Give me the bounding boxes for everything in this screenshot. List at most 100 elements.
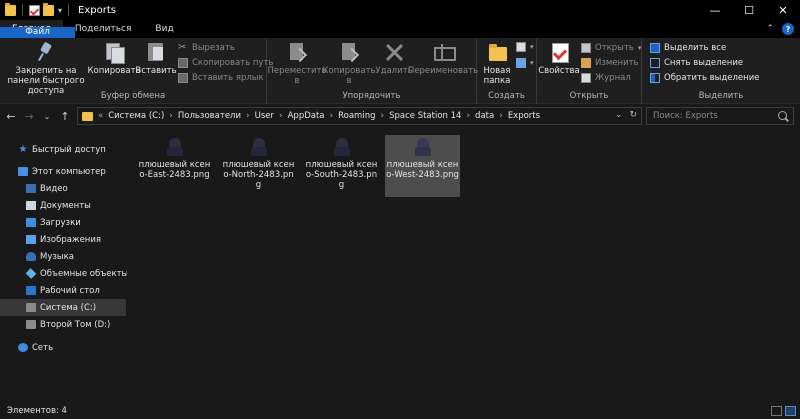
maximize-button[interactable]: ☐ bbox=[732, 0, 766, 20]
search-box[interactable] bbox=[646, 107, 794, 125]
delete-button[interactable]: Удалить bbox=[375, 41, 412, 76]
file-item[interactable]: плюшевый ксено-North-2483.png bbox=[221, 135, 296, 197]
pin-icon bbox=[35, 41, 57, 63]
cut-button[interactable]: ✂ Вырезать bbox=[178, 43, 235, 54]
search-input[interactable] bbox=[653, 111, 773, 121]
edit-button[interactable]: Изменить bbox=[581, 58, 639, 68]
copy-path-button[interactable]: Скопировать путь bbox=[178, 58, 273, 68]
move-to-button[interactable]: Переместить в bbox=[268, 41, 327, 86]
nav-images[interactable]: Изображения bbox=[0, 231, 126, 248]
breadcrumb-item[interactable]: AppData bbox=[288, 111, 325, 121]
refresh-icon[interactable]: ↻ bbox=[629, 110, 637, 120]
open-button[interactable]: Открыть ▾ bbox=[581, 43, 641, 53]
move-to-icon bbox=[286, 41, 308, 63]
select-all-label: Выделить все bbox=[664, 43, 727, 53]
breadcrumb-item[interactable]: Система (C:) bbox=[108, 111, 164, 121]
properties-icon[interactable] bbox=[29, 4, 40, 16]
history-icon bbox=[581, 73, 591, 83]
video-icon bbox=[26, 184, 36, 193]
chevron-right-icon[interactable]: › bbox=[279, 111, 283, 121]
breadcrumb-item[interactable]: Пользователи bbox=[178, 111, 241, 121]
history-button[interactable]: Журнал bbox=[581, 73, 631, 83]
breadcrumb-item[interactable]: User bbox=[255, 111, 274, 121]
nav-desktop[interactable]: Рабочий стол bbox=[0, 282, 126, 299]
paste-button[interactable]: Вставить bbox=[135, 41, 177, 76]
chevron-right-icon[interactable]: › bbox=[380, 111, 384, 121]
nav-system-c[interactable]: Система (C:) bbox=[0, 299, 126, 316]
nav-3d-objects[interactable]: Объемные объекты bbox=[0, 265, 128, 282]
back-button[interactable]: ← bbox=[4, 110, 18, 123]
nav-downloads[interactable]: Загрузки bbox=[0, 214, 126, 231]
new-folder-button[interactable]: Новая папка bbox=[480, 41, 514, 86]
rename-button[interactable]: Переименовать bbox=[408, 41, 478, 76]
tab-view[interactable]: Вид bbox=[143, 20, 185, 38]
breadcrumb-item[interactable]: data bbox=[475, 111, 494, 121]
file-item-selected[interactable]: плюшевый ксено-West-2483.png bbox=[385, 135, 460, 197]
properties-button[interactable]: Свойства bbox=[538, 41, 580, 76]
nav-this-pc[interactable]: Этот компьютер bbox=[0, 163, 126, 180]
select-all-icon bbox=[650, 43, 660, 53]
nav-documents[interactable]: Документы bbox=[0, 197, 126, 214]
new-folder-icon[interactable] bbox=[43, 2, 54, 16]
customize-toolbar-icon[interactable]: ▾ bbox=[58, 6, 62, 15]
drive-icon bbox=[26, 303, 36, 312]
window-controls: — ☐ ✕ bbox=[698, 0, 800, 20]
copy-icon bbox=[103, 41, 125, 64]
copy-button[interactable]: Копировать bbox=[87, 41, 141, 76]
address-bar[interactable]: « Система (C:) › Пользователи › User › A… bbox=[77, 107, 642, 125]
select-all-button[interactable]: Выделить все bbox=[650, 43, 726, 53]
nav-label: Быстрый доступ bbox=[32, 144, 106, 155]
help-icon[interactable]: ? bbox=[782, 23, 794, 35]
breadcrumb-item[interactable]: Roaming bbox=[338, 111, 375, 121]
paste-shortcut-button[interactable]: Вставить ярлык bbox=[178, 73, 264, 83]
breadcrumb-item[interactable]: Exports bbox=[508, 111, 540, 121]
pin-quick-access-button[interactable]: Закрепить на панели быстрого доступа bbox=[3, 41, 89, 96]
open-group-label: Открыть bbox=[569, 91, 609, 101]
nav-label: Документы bbox=[40, 200, 91, 211]
forward-button[interactable]: → bbox=[22, 110, 36, 123]
music-icon bbox=[26, 252, 36, 261]
chevron-right-icon[interactable]: › bbox=[169, 111, 173, 121]
file-name: плюшевый ксено-East-2483.png bbox=[138, 160, 211, 180]
nav-label: Рабочий стол bbox=[40, 285, 100, 296]
collapse-ribbon-icon[interactable]: ⌃ bbox=[766, 24, 774, 34]
recent-locations-button[interactable]: ⌄ bbox=[40, 112, 54, 121]
file-item[interactable]: плюшевый ксено-East-2483.png bbox=[137, 135, 212, 197]
select-none-icon bbox=[650, 58, 660, 68]
address-history-icon[interactable]: ⌄ bbox=[615, 110, 623, 120]
divider bbox=[22, 4, 23, 16]
minimize-button[interactable]: — bbox=[698, 0, 732, 20]
invert-selection-button[interactable]: Обратить выделение bbox=[650, 73, 759, 83]
nav-second-volume-d[interactable]: Второй Том (D:) bbox=[0, 316, 126, 333]
file-name: плюшевый ксено-South-2483.png bbox=[305, 160, 378, 190]
breadcrumb-overflow[interactable]: « bbox=[98, 111, 103, 121]
invert-selection-label: Обратить выделение bbox=[664, 73, 760, 83]
up-button[interactable]: ↑ bbox=[58, 110, 72, 123]
close-button[interactable]: ✕ bbox=[766, 0, 800, 20]
chevron-right-icon[interactable]: › bbox=[330, 111, 334, 121]
properties-icon bbox=[548, 41, 570, 63]
breadcrumb-item[interactable]: Space Station 14 bbox=[389, 111, 461, 121]
desktop-icon bbox=[26, 286, 36, 295]
chevron-right-icon[interactable]: › bbox=[466, 111, 470, 121]
copy-to-button[interactable]: Копировать в bbox=[322, 41, 376, 86]
chevron-right-icon[interactable]: › bbox=[499, 111, 503, 121]
nav-network[interactable]: Сеть bbox=[0, 339, 126, 356]
item-count: Элементов: 4 bbox=[7, 406, 67, 416]
folder-icon bbox=[82, 111, 93, 121]
address-row: ← → ⌄ ↑ « Система (C:) › Пользователи › … bbox=[0, 105, 800, 127]
select-none-button[interactable]: Снять выделение bbox=[650, 58, 743, 68]
file-item[interactable]: плюшевый ксено-South-2483.png bbox=[304, 135, 379, 197]
window-title: Exports bbox=[78, 4, 116, 16]
nav-video[interactable]: Видео bbox=[0, 180, 126, 197]
large-icons-view-icon[interactable] bbox=[785, 406, 796, 416]
details-view-icon[interactable] bbox=[771, 406, 782, 416]
new-item-button[interactable]: ▾ bbox=[516, 42, 534, 52]
chevron-right-icon[interactable]: › bbox=[246, 111, 250, 121]
copy-label: Копировать bbox=[87, 66, 141, 76]
history-label: Журнал bbox=[595, 73, 631, 83]
nav-quick-access[interactable]: ★ Быстрый доступ bbox=[0, 141, 126, 158]
easy-access-button[interactable]: ▾ bbox=[516, 58, 534, 68]
image-thumbnail-icon bbox=[412, 137, 434, 157]
nav-music[interactable]: Музыка bbox=[0, 248, 126, 265]
